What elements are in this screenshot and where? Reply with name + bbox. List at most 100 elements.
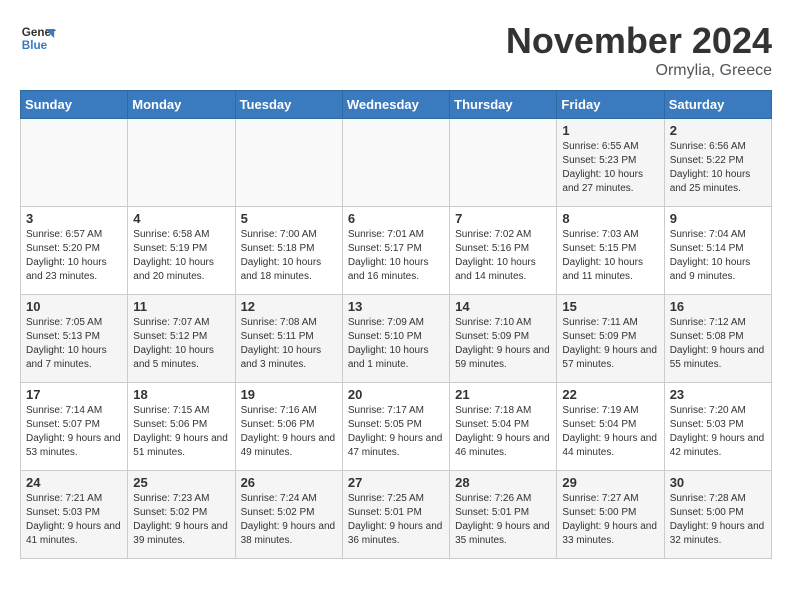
calendar-cell: 14 Sunrise: 7:10 AM Sunset: 5:09 PM Dayli…	[450, 295, 557, 383]
day-info: Sunrise: 7:18 AM Sunset: 5:04 PM Dayligh…	[455, 404, 551, 460]
calendar-cell: 9 Sunrise: 7:04 AM Sunset: 5:14 PM Daylig…	[664, 207, 771, 295]
week-row-1: 1 Sunrise: 6:55 AM Sunset: 5:23 PM Daylig…	[21, 119, 772, 207]
calendar-cell: 5 Sunrise: 7:00 AM Sunset: 5:18 PM Daylig…	[235, 207, 342, 295]
day-number: 17	[26, 387, 122, 402]
day-number: 12	[241, 299, 337, 314]
calendar-cell: 12 Sunrise: 7:08 AM Sunset: 5:11 PM Dayli…	[235, 295, 342, 383]
day-info: Sunrise: 7:05 AM Sunset: 5:13 PM Dayligh…	[26, 316, 122, 372]
day-info: Sunrise: 7:24 AM Sunset: 5:02 PM Dayligh…	[241, 492, 337, 548]
calendar-cell: 30Sunrise: 7:28 AM Sunset: 5:00 PM Dayli…	[664, 471, 771, 559]
day-info: Sunrise: 7:02 AM Sunset: 5:16 PM Dayligh…	[455, 228, 551, 284]
day-info: Sunrise: 7:19 AM Sunset: 5:04 PM Dayligh…	[562, 404, 658, 460]
weekday-header-saturday: Saturday	[664, 91, 771, 119]
calendar-cell: 20 Sunrise: 7:17 AM Sunset: 5:05 PM Dayli…	[342, 383, 449, 471]
day-number: 2	[670, 123, 766, 138]
weekday-header-wednesday: Wednesday	[342, 91, 449, 119]
week-row-5: 24Sunrise: 7:21 AM Sunset: 5:03 PM Dayli…	[21, 471, 772, 559]
day-number: 18	[133, 387, 229, 402]
calendar-cell: 21 Sunrise: 7:18 AM Sunset: 5:04 PM Dayli…	[450, 383, 557, 471]
day-info: Sunrise: 7:09 AM Sunset: 5:10 PM Dayligh…	[348, 316, 444, 372]
day-number: 27	[348, 475, 444, 490]
calendar-cell	[128, 119, 235, 207]
weekday-header-tuesday: Tuesday	[235, 91, 342, 119]
calendar-cell: 15Sunrise: 7:11 AM Sunset: 5:09 PM Dayli…	[557, 295, 664, 383]
calendar-cell	[21, 119, 128, 207]
calendar-cell: 25 Sunrise: 7:23 AM Sunset: 5:02 PM Dayli…	[128, 471, 235, 559]
day-number: 6	[348, 211, 444, 226]
day-info: Sunrise: 7:07 AM Sunset: 5:12 PM Dayligh…	[133, 316, 229, 372]
day-number: 3	[26, 211, 122, 226]
day-number: 21	[455, 387, 551, 402]
calendar-cell: 26 Sunrise: 7:24 AM Sunset: 5:02 PM Dayli…	[235, 471, 342, 559]
day-info: Sunrise: 7:03 AM Sunset: 5:15 PM Dayligh…	[562, 228, 658, 284]
day-number: 28	[455, 475, 551, 490]
day-number: 26	[241, 475, 337, 490]
day-number: 22	[562, 387, 658, 402]
calendar-cell: 6Sunrise: 7:01 AM Sunset: 5:17 PM Daylig…	[342, 207, 449, 295]
day-number: 11	[133, 299, 229, 314]
calendar-title: November 2024	[506, 20, 772, 62]
day-info: Sunrise: 7:08 AM Sunset: 5:11 PM Dayligh…	[241, 316, 337, 372]
day-info: Sunrise: 7:27 AM Sunset: 5:00 PM Dayligh…	[562, 492, 658, 548]
day-info: Sunrise: 7:25 AM Sunset: 5:01 PM Dayligh…	[348, 492, 444, 548]
day-info: Sunrise: 7:00 AM Sunset: 5:18 PM Dayligh…	[241, 228, 337, 284]
calendar-cell	[235, 119, 342, 207]
weekday-header-row: SundayMondayTuesdayWednesdayThursdayFrid…	[21, 91, 772, 119]
weekday-header-thursday: Thursday	[450, 91, 557, 119]
calendar-cell	[450, 119, 557, 207]
day-info: Sunrise: 6:57 AM Sunset: 5:20 PM Dayligh…	[26, 228, 122, 284]
calendar-cell: 4 Sunrise: 6:58 AM Sunset: 5:19 PM Daylig…	[128, 207, 235, 295]
day-number: 8	[562, 211, 658, 226]
day-number: 4	[133, 211, 229, 226]
svg-text:Blue: Blue	[22, 39, 48, 52]
calendar-cell	[342, 119, 449, 207]
calendar-cell: 28 Sunrise: 7:26 AM Sunset: 5:01 PM Dayli…	[450, 471, 557, 559]
calendar-cell: 24Sunrise: 7:21 AM Sunset: 5:03 PM Dayli…	[21, 471, 128, 559]
day-number: 20	[348, 387, 444, 402]
day-number: 23	[670, 387, 766, 402]
day-info: Sunrise: 7:10 AM Sunset: 5:09 PM Dayligh…	[455, 316, 551, 372]
day-info: Sunrise: 7:12 AM Sunset: 5:08 PM Dayligh…	[670, 316, 766, 372]
calendar-cell: 1 Sunrise: 6:55 AM Sunset: 5:23 PM Daylig…	[557, 119, 664, 207]
calendar-cell: 17Sunrise: 7:14 AM Sunset: 5:07 PM Dayli…	[21, 383, 128, 471]
day-info: Sunrise: 7:26 AM Sunset: 5:01 PM Dayligh…	[455, 492, 551, 548]
day-number: 25	[133, 475, 229, 490]
day-info: Sunrise: 6:58 AM Sunset: 5:19 PM Dayligh…	[133, 228, 229, 284]
calendar-cell: 2 Sunrise: 6:56 AM Sunset: 5:22 PM Daylig…	[664, 119, 771, 207]
calendar-cell: 3 Sunrise: 6:57 AM Sunset: 5:20 PM Daylig…	[21, 207, 128, 295]
day-info: Sunrise: 7:15 AM Sunset: 5:06 PM Dayligh…	[133, 404, 229, 460]
day-number: 19	[241, 387, 337, 402]
weekday-header-monday: Monday	[128, 91, 235, 119]
logo-icon: General Blue	[20, 20, 56, 56]
week-row-3: 10 Sunrise: 7:05 AM Sunset: 5:13 PM Dayli…	[21, 295, 772, 383]
week-row-2: 3 Sunrise: 6:57 AM Sunset: 5:20 PM Daylig…	[21, 207, 772, 295]
weekday-header-friday: Friday	[557, 91, 664, 119]
weekday-header-sunday: Sunday	[21, 91, 128, 119]
day-info: Sunrise: 7:17 AM Sunset: 5:05 PM Dayligh…	[348, 404, 444, 460]
day-number: 9	[670, 211, 766, 226]
day-info: Sunrise: 7:23 AM Sunset: 5:02 PM Dayligh…	[133, 492, 229, 548]
day-number: 10	[26, 299, 122, 314]
calendar-cell: 19Sunrise: 7:16 AM Sunset: 5:06 PM Dayli…	[235, 383, 342, 471]
day-info: Sunrise: 7:04 AM Sunset: 5:14 PM Dayligh…	[670, 228, 766, 284]
calendar-cell: 7Sunrise: 7:02 AM Sunset: 5:16 PM Daylig…	[450, 207, 557, 295]
day-number: 1	[562, 123, 658, 138]
calendar-cell: 16 Sunrise: 7:12 AM Sunset: 5:08 PM Dayli…	[664, 295, 771, 383]
calendar-body: 1 Sunrise: 6:55 AM Sunset: 5:23 PM Daylig…	[21, 119, 772, 559]
day-info: Sunrise: 7:20 AM Sunset: 5:03 PM Dayligh…	[670, 404, 766, 460]
calendar-cell: 8 Sunrise: 7:03 AM Sunset: 5:15 PM Daylig…	[557, 207, 664, 295]
day-number: 5	[241, 211, 337, 226]
logo: General Blue	[20, 20, 56, 56]
title-area: November 2024 Ormylia, Greece	[506, 20, 772, 80]
day-info: Sunrise: 7:11 AM Sunset: 5:09 PM Dayligh…	[562, 316, 658, 372]
calendar-cell: 23 Sunrise: 7:20 AM Sunset: 5:03 PM Dayli…	[664, 383, 771, 471]
day-info: Sunrise: 7:28 AM Sunset: 5:00 PM Dayligh…	[670, 492, 766, 548]
day-number: 16	[670, 299, 766, 314]
day-number: 14	[455, 299, 551, 314]
day-number: 13	[348, 299, 444, 314]
calendar-subtitle: Ormylia, Greece	[506, 62, 772, 80]
day-info: Sunrise: 6:56 AM Sunset: 5:22 PM Dayligh…	[670, 140, 766, 196]
page-header: General Blue November 2024 Ormylia, Gree…	[20, 20, 772, 80]
calendar-table: SundayMondayTuesdayWednesdayThursdayFrid…	[20, 90, 772, 559]
day-info: Sunrise: 6:55 AM Sunset: 5:23 PM Dayligh…	[562, 140, 658, 196]
